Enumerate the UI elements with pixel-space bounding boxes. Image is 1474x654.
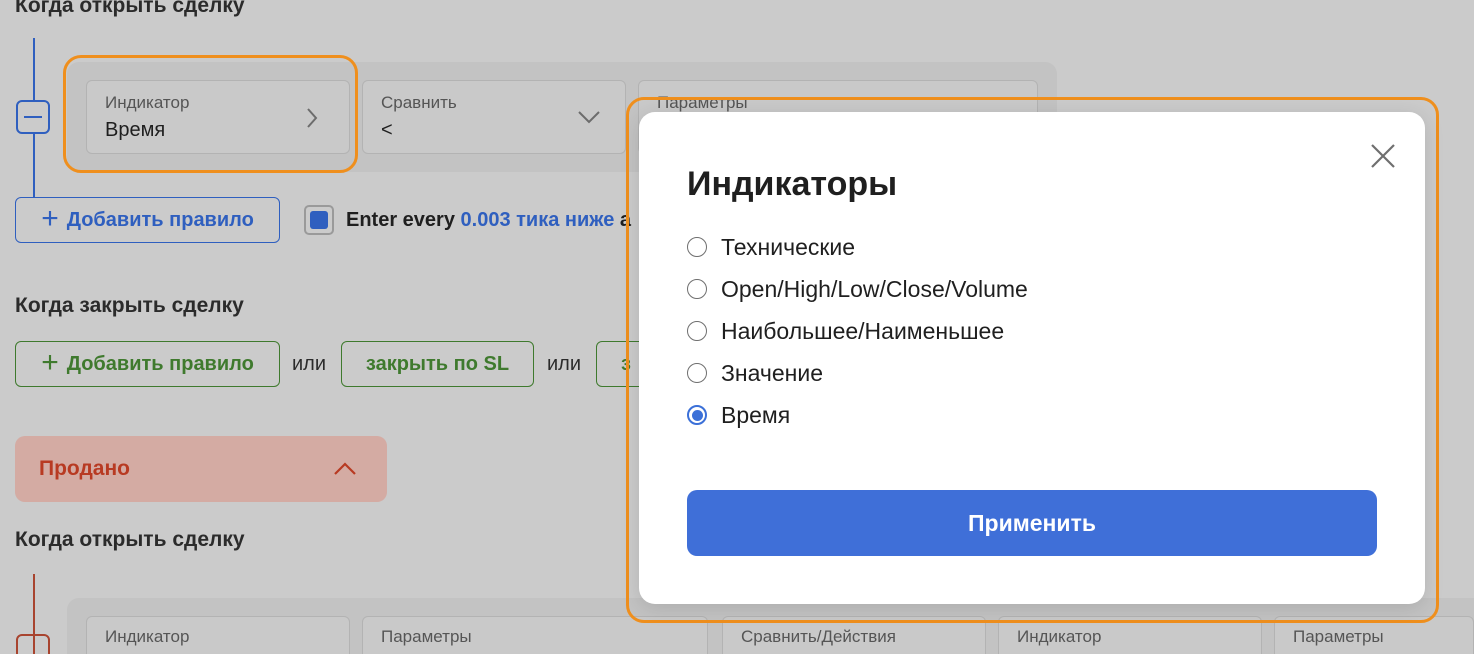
close-by-sl-button[interactable]: закрыть по SL bbox=[341, 341, 534, 387]
close-icon[interactable] bbox=[1369, 142, 1397, 170]
option-label: Open/High/Low/Close/Volume bbox=[721, 275, 1028, 302]
compare-field[interactable]: Сравнить < bbox=[362, 80, 626, 154]
remove-rule-button[interactable] bbox=[16, 100, 50, 134]
section-title-close: Когда закрыть сделку bbox=[15, 294, 244, 317]
chevron-up-icon[interactable] bbox=[333, 461, 357, 477]
section-title-open: Когда открыть сделку bbox=[15, 0, 245, 17]
sold-panel[interactable]: Продано bbox=[15, 436, 387, 502]
option-label: Время bbox=[721, 401, 791, 428]
field-3-label: Параметры bbox=[381, 627, 472, 646]
option-ohlcv[interactable]: Open/High/Low/Close/Volume bbox=[687, 268, 1028, 310]
field-6-label: Параметры bbox=[1293, 627, 1384, 646]
indicator-options: Технические Open/High/Low/Close/Volume Н… bbox=[687, 226, 1028, 436]
indicator-highlight bbox=[63, 55, 358, 173]
apply-button[interactable]: Применить bbox=[687, 490, 1377, 556]
compare-field-label: Сравнить bbox=[381, 93, 457, 112]
field-5-label: Индикатор bbox=[1017, 627, 1102, 646]
compare-field-value: < bbox=[381, 119, 393, 141]
radio-dot bbox=[691, 409, 703, 421]
option-label: Значение bbox=[721, 359, 823, 386]
option-label: Наибольшее/Наименьшее bbox=[721, 317, 1005, 344]
or-text-2: или bbox=[547, 353, 582, 375]
field-4-label: Сравнить/Действия bbox=[741, 627, 896, 646]
add-rule-button[interactable]: + Добавить правило bbox=[15, 197, 280, 243]
radio-button[interactable] bbox=[687, 363, 707, 383]
plus-icon: + bbox=[41, 345, 59, 379]
indicators-modal: Индикаторы Технические Open/High/Low/Clo… bbox=[639, 112, 1425, 604]
plus-icon: + bbox=[41, 201, 59, 235]
radio-button-selected[interactable] bbox=[687, 405, 707, 425]
checkbox-checked-indicator bbox=[310, 211, 328, 229]
field-2-label: Индикатор bbox=[105, 627, 190, 646]
radio-button[interactable] bbox=[687, 237, 707, 257]
modal-title: Индикаторы bbox=[687, 165, 898, 203]
add-rule-label: Добавить правило bbox=[66, 208, 254, 231]
close-by-sl-label: закрыть по SL bbox=[365, 352, 510, 375]
sold-label: Продано bbox=[39, 457, 130, 480]
radio-button[interactable] bbox=[687, 321, 707, 341]
option-technical[interactable]: Технические bbox=[687, 226, 1028, 268]
indicator-field-2[interactable]: Индикатор bbox=[86, 616, 350, 654]
option-label: Технические bbox=[721, 233, 856, 260]
add-close-rule-label: Добавить правило bbox=[66, 352, 254, 375]
section-title-open-2: Когда открыть сделку bbox=[15, 528, 245, 551]
or-text: или bbox=[292, 353, 327, 375]
enter-every-text: Enter every 0.003 тика ниже а bbox=[346, 209, 631, 232]
enter-every-prefix: Enter every bbox=[346, 209, 455, 231]
chevron-down-icon bbox=[578, 111, 600, 124]
enter-every-checkbox[interactable] bbox=[304, 205, 334, 235]
add-close-rule-button[interactable]: + Добавить правило bbox=[15, 341, 280, 387]
remove-rule-button-red[interactable] bbox=[16, 634, 50, 654]
option-highest-lowest[interactable]: Наибольшее/Наименьшее bbox=[687, 310, 1028, 352]
radio-button[interactable] bbox=[687, 279, 707, 299]
option-time[interactable]: Время bbox=[687, 394, 1028, 436]
enter-every-link[interactable]: 0.003 тика ниже bbox=[461, 209, 615, 231]
option-value[interactable]: Значение bbox=[687, 352, 1028, 394]
minus-icon bbox=[24, 116, 42, 118]
